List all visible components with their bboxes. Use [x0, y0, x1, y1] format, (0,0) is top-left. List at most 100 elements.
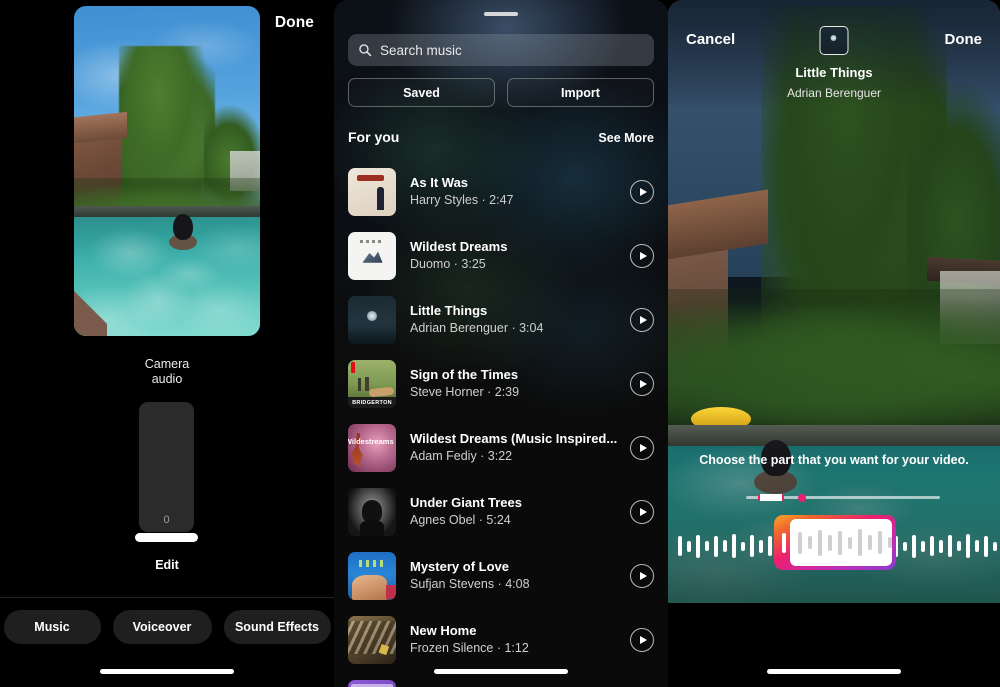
art-figure-right: [365, 377, 369, 391]
trim-video-frame: Cancel Done Little Things Adrian Berengu…: [668, 0, 1000, 603]
play-button[interactable]: [630, 180, 654, 204]
track-meta: Mystery of Love Sufjan Stevens · 4:08: [410, 559, 630, 593]
play-button[interactable]: [630, 628, 654, 652]
track-meta: Under Giant Trees Agnes Obel · 5:24: [410, 495, 630, 529]
table-row-partial[interactable]: [334, 672, 668, 687]
album-art: [348, 360, 396, 408]
track-title: Little Things: [410, 303, 488, 318]
bottom-scrim: [668, 403, 1000, 603]
import-button[interactable]: Import: [507, 78, 654, 107]
search-icon: [359, 44, 372, 57]
swimmer-head: [172, 213, 194, 241]
audio-editor-panel: Done Camera audio 0 Edit Music Voiceover…: [0, 0, 334, 687]
audio-source-chips: Music Voiceover Sound Effects: [0, 610, 334, 644]
play-icon: [639, 188, 647, 196]
three-panel-screenshot: Done Camera audio 0 Edit Music Voiceover…: [0, 0, 1000, 687]
scrubber-track[interactable]: [746, 493, 940, 502]
done-button[interactable]: Done: [945, 31, 983, 48]
track-subtitle: Adam Fediy · 3:22: [410, 449, 513, 463]
album-art: [348, 488, 396, 536]
album-art-moon: [830, 35, 837, 42]
track-subtitle: Agnes Obel · 5:24: [410, 513, 511, 527]
track-subtitle: Steve Horner · 2:39: [410, 385, 520, 399]
play-button[interactable]: [630, 308, 654, 332]
table-row[interactable]: Little Things Adrian Berenguer · 3:04: [334, 288, 668, 352]
play-icon: [639, 572, 647, 580]
camera-audio-line1: Camera: [144, 357, 190, 371]
play-button[interactable]: [630, 500, 654, 524]
table-row[interactable]: Wildest Dreams (Music Inspired... Adam F…: [334, 416, 668, 480]
play-icon: [639, 636, 647, 644]
toolbar-divider: [0, 597, 334, 598]
play-button[interactable]: [630, 372, 654, 396]
track-meta: Wildest Dreams Duomo · 3:25: [410, 239, 630, 273]
album-art: [348, 552, 396, 600]
music-trim-panel: Cancel Done Little Things Adrian Berengu…: [668, 0, 1000, 687]
camera-audio-label: Camera audio: [0, 357, 334, 387]
video-preview-thumbnail[interactable]: [74, 6, 260, 336]
chip-voiceover[interactable]: Voiceover: [112, 610, 212, 644]
trim-selection-box[interactable]: [774, 515, 896, 570]
track-subtitle: Adrian Berenguer · 3:04: [410, 321, 544, 335]
segment-buttons: Saved Import: [348, 78, 654, 107]
track-meta: As It Was Harry Styles · 2:47: [410, 175, 630, 209]
volume-value: 0: [163, 514, 170, 526]
table-row[interactable]: New Home Frozen Silence · 1:12: [334, 608, 668, 672]
home-indicator-left: [100, 669, 234, 674]
camera-audio-line2: audio: [151, 372, 183, 386]
done-button[interactable]: Done: [275, 14, 314, 32]
track-subtitle: Harry Styles · 2:47: [410, 193, 514, 207]
track-title: Wildest Dreams: [410, 239, 508, 254]
volume-slider-track[interactable]: 0: [139, 402, 194, 532]
play-icon: [639, 508, 647, 516]
see-more-button[interactable]: See More: [598, 131, 654, 145]
trim-hint-text: Choose the part that you want for your v…: [699, 453, 969, 467]
art-figure-left: [357, 378, 361, 391]
chip-sound-effects[interactable]: Sound Effects: [223, 610, 331, 644]
play-button[interactable]: [630, 436, 654, 460]
scrubber-selection[interactable]: [758, 494, 784, 501]
search-placeholder-text: Search music: [380, 42, 462, 58]
track-meta: Wildest Dreams (Music Inspired... Adam F…: [410, 431, 630, 465]
track-title: New Home: [410, 623, 477, 638]
selected-track-art: [819, 26, 849, 55]
table-row[interactable]: Under Giant Trees Agnes Obel · 5:24: [334, 480, 668, 544]
table-row[interactable]: Wildest Dreams Duomo · 3:25: [334, 224, 668, 288]
track-title: As It Was: [410, 175, 469, 190]
table-row[interactable]: Mystery of Love Sufjan Stevens · 4:08: [334, 544, 668, 608]
saved-button[interactable]: Saved: [348, 78, 495, 107]
music-sheet: Search music Saved Import For you See Mo…: [334, 0, 668, 687]
track-title: Wildest Dreams (Music Inspired...: [410, 431, 618, 446]
album-art: [348, 232, 396, 280]
section-title-for-you: For you: [348, 129, 400, 145]
sheet-grabber[interactable]: [484, 12, 518, 16]
table-row[interactable]: Sign of the Times Steve Horner · 2:39: [334, 352, 668, 416]
table-row[interactable]: As It Was Harry Styles · 2:47: [334, 160, 668, 224]
track-meta: Sign of the Times Steve Horner · 2:39: [410, 367, 630, 401]
track-title: Mystery of Love: [410, 559, 509, 574]
track-list[interactable]: As It Was Harry Styles · 2:47 Wildest Dr…: [334, 160, 668, 687]
edit-button[interactable]: Edit: [0, 558, 334, 572]
track-title: Under Giant Trees: [410, 495, 522, 510]
album-art: [348, 680, 396, 687]
play-button[interactable]: [630, 564, 654, 588]
album-art: [348, 296, 396, 344]
search-input[interactable]: Search music: [348, 34, 654, 66]
volume-slider-handle[interactable]: [135, 533, 198, 542]
play-button[interactable]: [630, 244, 654, 268]
selected-track-title: Little Things: [795, 65, 873, 80]
netflix-badge-icon: [350, 362, 356, 373]
track-subtitle: Frozen Silence · 1:12: [410, 641, 529, 655]
track-meta: New Home Frozen Silence · 1:12: [410, 623, 630, 657]
chip-music[interactable]: Music: [3, 610, 101, 644]
scrubber-playhead[interactable]: [798, 493, 806, 502]
home-indicator-middle: [434, 669, 568, 674]
track-subtitle: Duomo · 3:25: [410, 257, 486, 271]
track-subtitle: Sufjan Stevens · 4:08: [410, 577, 530, 591]
pool-edge: [74, 205, 260, 218]
play-icon: [639, 444, 647, 452]
track-title: Sign of the Times: [410, 367, 519, 382]
play-icon: [639, 316, 647, 324]
play-icon: [639, 380, 647, 388]
cancel-button[interactable]: Cancel: [686, 31, 735, 48]
